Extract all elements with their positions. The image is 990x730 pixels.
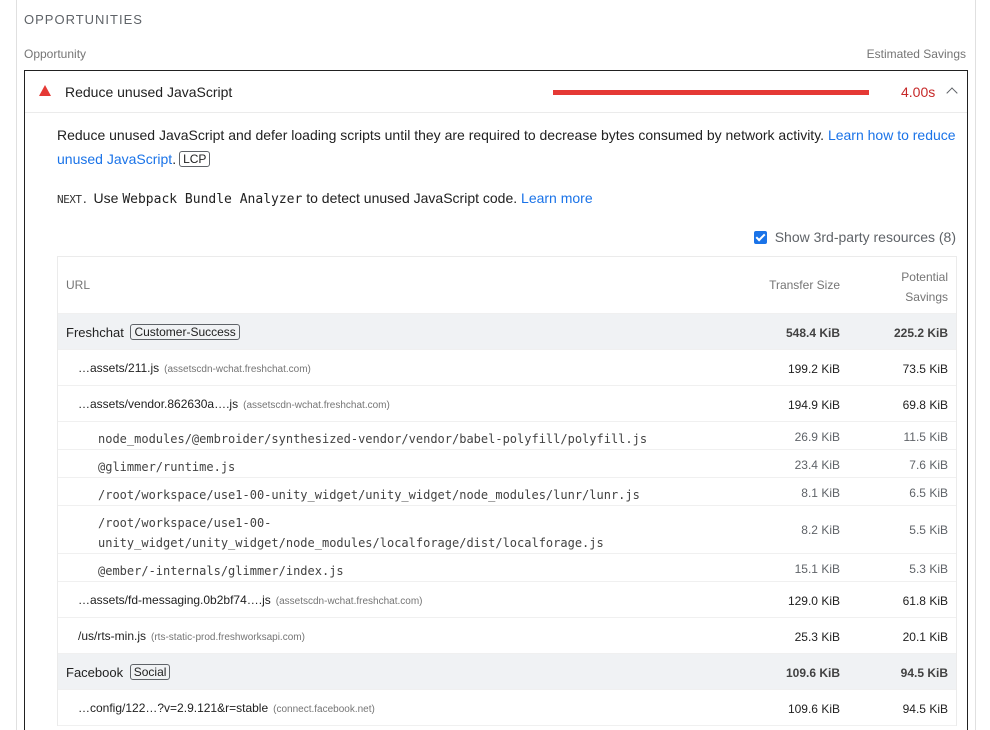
sub-resource-url: /root/workspace/use1-00- unity_widget/uni… <box>98 513 604 553</box>
sub-row: @ember/-internals/glimmer/index.js 15.1 … <box>58 554 956 582</box>
transfer-size: 15.1 KiB <box>794 562 840 576</box>
third-party-checkbox[interactable] <box>753 230 767 244</box>
sub-url-line1: /root/workspace/use1-00- <box>98 516 272 530</box>
table-header: URL Transfer Size Potential Savings <box>58 257 956 314</box>
savings-bar <box>553 90 869 95</box>
description-text: Reduce unused JavaScript and defer loadi… <box>57 127 828 143</box>
transfer-size: 8.2 KiB <box>801 523 840 537</box>
table-row: /us/rts-min.js (rts-static-prod.freshwork… <box>58 618 956 654</box>
potential-savings: 6.5 KiB <box>909 486 948 500</box>
resource-url[interactable]: …assets/211.js (assetscdn-wchat.freshchat… <box>78 361 311 375</box>
group-transfer-size: 109.6 KiB <box>785 666 840 680</box>
potential-savings: 5.5 KiB <box>909 523 948 537</box>
resource-url-text: /us/rts-min.js <box>78 629 147 643</box>
sub-resource-url: /root/workspace/use1-00-unity_widget/uni… <box>98 488 640 502</box>
group-row-freshchat: Freshchat Customer-Success 548.4 KiB 225… <box>58 314 956 350</box>
resource-url-text: …config/122…?v=2.9.121&r=stable <box>78 701 269 715</box>
resource-url[interactable]: /us/rts-min.js (rts-static-prod.freshwork… <box>78 629 305 643</box>
resource-url-text: …assets/fd-messaging.0b2bf74….js <box>78 593 271 607</box>
resource-origin: (assetscdn-wchat.freshchat.com) <box>275 596 423 607</box>
savings-value: 4.00s <box>901 84 936 100</box>
transfer-size: 194.9 KiB <box>787 398 840 412</box>
transfer-size: 199.2 KiB <box>787 362 840 376</box>
section-title: OPPORTUNITIES <box>24 12 143 27</box>
tip-prefix: Use <box>93 190 123 206</box>
table-row: …assets/fd-messaging.0b2bf74….js (assetsc… <box>58 582 956 618</box>
third-party-toggle[interactable]: Show 3rd-party resources (8) <box>753 229 956 245</box>
transfer-size: 23.4 KiB <box>794 458 840 472</box>
audit-unused-javascript: Reduce unused JavaScript 4.00s Reduce un… <box>24 70 968 730</box>
savings-header-line2: Savings <box>905 290 948 304</box>
third-party-label: Show 3rd-party resources (8) <box>774 229 956 245</box>
audit-description: Reduce unused JavaScript and defer loadi… <box>57 127 956 167</box>
learn-more-link[interactable]: Learn more <box>521 190 593 206</box>
audit-title: Reduce unused JavaScript <box>65 84 233 100</box>
potential-savings: 5.3 KiB <box>909 562 948 576</box>
potential-savings: 20.1 KiB <box>902 630 948 644</box>
sub-resource-url: node_modules/@embroider/synthesized-vend… <box>98 432 648 446</box>
fail-triangle-icon <box>39 85 51 96</box>
table-row: …assets/211.js (assetscdn-wchat.freshchat… <box>58 350 956 386</box>
sub-resource-url: @glimmer/runtime.js <box>98 460 236 474</box>
group-tag: Social <box>129 664 171 680</box>
sub-row: /root/workspace/use1-00-unity_widget/uni… <box>58 478 956 506</box>
table-row: …config/122…?v=2.9.121&r=stable (connect.… <box>58 690 956 726</box>
lcp-badge: LCP <box>179 151 211 167</box>
group-name-text: Freshchat <box>66 325 124 340</box>
group-savings: 94.5 KiB <box>900 666 948 680</box>
resource-url[interactable]: …assets/vendor.862630a….js (assetscdn-wch… <box>78 397 390 411</box>
url-header: URL <box>66 278 91 292</box>
potential-savings: 73.5 KiB <box>902 362 948 376</box>
resource-origin: (assetscdn-wchat.freshchat.com) <box>164 364 311 375</box>
resource-url-text: …assets/211.js <box>78 361 160 375</box>
group-row-facebook: Facebook Social 109.6 KiB 94.5 KiB <box>58 654 956 690</box>
tip-suffix: to detect unused JavaScript code. <box>302 190 522 206</box>
group-savings: 225.2 KiB <box>893 326 948 340</box>
savings-header-line1: Potential <box>901 270 948 284</box>
transfer-size: 25.3 KiB <box>794 630 840 644</box>
sub-url-line2: unity_widget/unity_widget/node_modules/l… <box>98 536 604 550</box>
transfer-size-header: Transfer Size <box>769 278 840 292</box>
transfer-size: 129.0 KiB <box>787 594 840 608</box>
resource-table: URL Transfer Size Potential Savings Fresh… <box>57 256 957 726</box>
audit-header[interactable]: Reduce unused JavaScript 4.00s <box>25 71 967 113</box>
estimated-savings-column-header: Estimated Savings <box>866 47 966 61</box>
potential-savings-header: Potential Savings <box>901 267 948 307</box>
stack-pack-tip: NEXT. Use Webpack Bundle Analyzer to det… <box>57 187 593 211</box>
potential-savings: 69.8 KiB <box>902 398 948 412</box>
resource-origin: (rts-static-prod.freshworksapi.com) <box>151 632 305 643</box>
group-tag: Customer-Success <box>130 324 240 340</box>
potential-savings: 61.8 KiB <box>902 594 948 608</box>
potential-savings: 11.5 KiB <box>903 430 948 444</box>
sub-row: /root/workspace/use1-00- unity_widget/uni… <box>58 506 956 554</box>
transfer-size: 8.1 KiB <box>801 486 840 500</box>
group-transfer-size: 548.4 KiB <box>785 326 840 340</box>
group-name: Freshchat Customer-Success <box>66 324 240 340</box>
resource-url[interactable]: …assets/fd-messaging.0b2bf74….js (assetsc… <box>78 593 422 607</box>
transfer-size: 109.6 KiB <box>787 702 840 716</box>
resource-origin: (connect.facebook.net) <box>273 704 375 715</box>
table-row: …assets/vendor.862630a….js (assetscdn-wch… <box>58 386 956 422</box>
sub-row: @glimmer/runtime.js 23.4 KiB 7.6 KiB <box>58 450 956 478</box>
group-name: Facebook Social <box>66 664 171 680</box>
transfer-size: 26.9 KiB <box>794 430 840 444</box>
potential-savings: 7.6 KiB <box>909 458 948 472</box>
sub-row: node_modules/@embroider/synthesized-vend… <box>58 422 956 450</box>
tip-code: Webpack Bundle Analyzer <box>122 192 303 207</box>
opportunity-column-header: Opportunity <box>24 47 87 61</box>
resource-url[interactable]: …config/122…?v=2.9.121&r=stable (connect.… <box>78 701 375 715</box>
chevron-up-icon[interactable] <box>946 87 958 99</box>
nextjs-logo-icon: NEXT. <box>57 193 88 206</box>
resource-url-text: …assets/vendor.862630a….js <box>78 397 239 411</box>
group-name-text: Facebook <box>66 665 124 680</box>
sub-resource-url: @ember/-internals/glimmer/index.js <box>98 564 344 578</box>
resource-origin: (assetscdn-wchat.freshchat.com) <box>243 400 390 411</box>
potential-savings: 94.5 KiB <box>902 702 948 716</box>
